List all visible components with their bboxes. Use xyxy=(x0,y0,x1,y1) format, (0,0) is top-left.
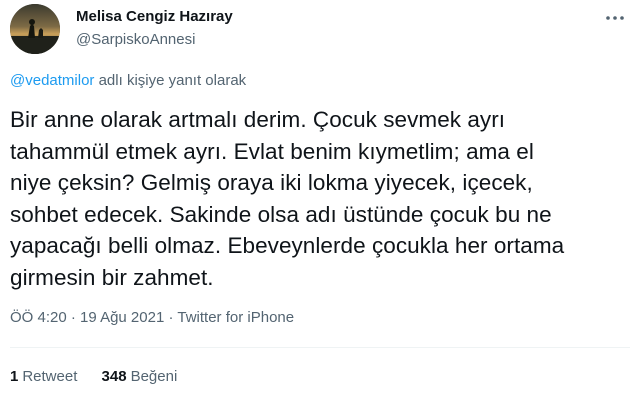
author-display-name[interactable]: Melisa Cengiz Hazıray xyxy=(76,8,233,25)
meta-separator-2: · xyxy=(164,309,178,326)
reply-context: @vedatmilor adlı kişiye yanıt olarak xyxy=(10,72,246,89)
likes-stat[interactable]: 348 Beğeni xyxy=(102,368,178,385)
tweet-source[interactable]: Twitter for iPhone xyxy=(177,309,294,326)
tweet-stats: 1 Retweet 348 Beğeni xyxy=(10,368,197,385)
tweet-card: Melisa Cengiz Hazıray @SarpiskoAnnesi @v… xyxy=(0,0,635,401)
tweet-text: Bir anne olarak artmalı derim. Çocuk sev… xyxy=(10,107,565,290)
meta-separator: · xyxy=(66,309,81,326)
tweet-date[interactable]: 19 Ağu 2021 xyxy=(80,309,164,326)
tweet-meta: ÖÖ 4:20 · 19 Ağu 2021 · Twitter for iPho… xyxy=(10,309,294,326)
retweets-count: 1 xyxy=(10,368,19,385)
likes-count: 348 xyxy=(101,368,127,385)
retweets-stat[interactable]: 1 Retweet xyxy=(10,368,77,385)
avatar[interactable] xyxy=(10,4,60,54)
profile-photo-icon xyxy=(10,4,60,54)
likes-label: Beğeni xyxy=(130,368,178,385)
tweet-time[interactable]: ÖÖ 4:20 xyxy=(10,309,67,326)
divider xyxy=(10,347,630,348)
retweets-label: Retweet xyxy=(22,368,78,385)
author-handle[interactable]: @SarpiskoAnnesi xyxy=(76,31,195,48)
reply-suffix-text: adlı kişiye yanıt olarak xyxy=(94,72,247,89)
reply-mention-link[interactable]: @vedatmilor xyxy=(10,72,94,89)
more-options-icon[interactable] xyxy=(603,10,627,26)
